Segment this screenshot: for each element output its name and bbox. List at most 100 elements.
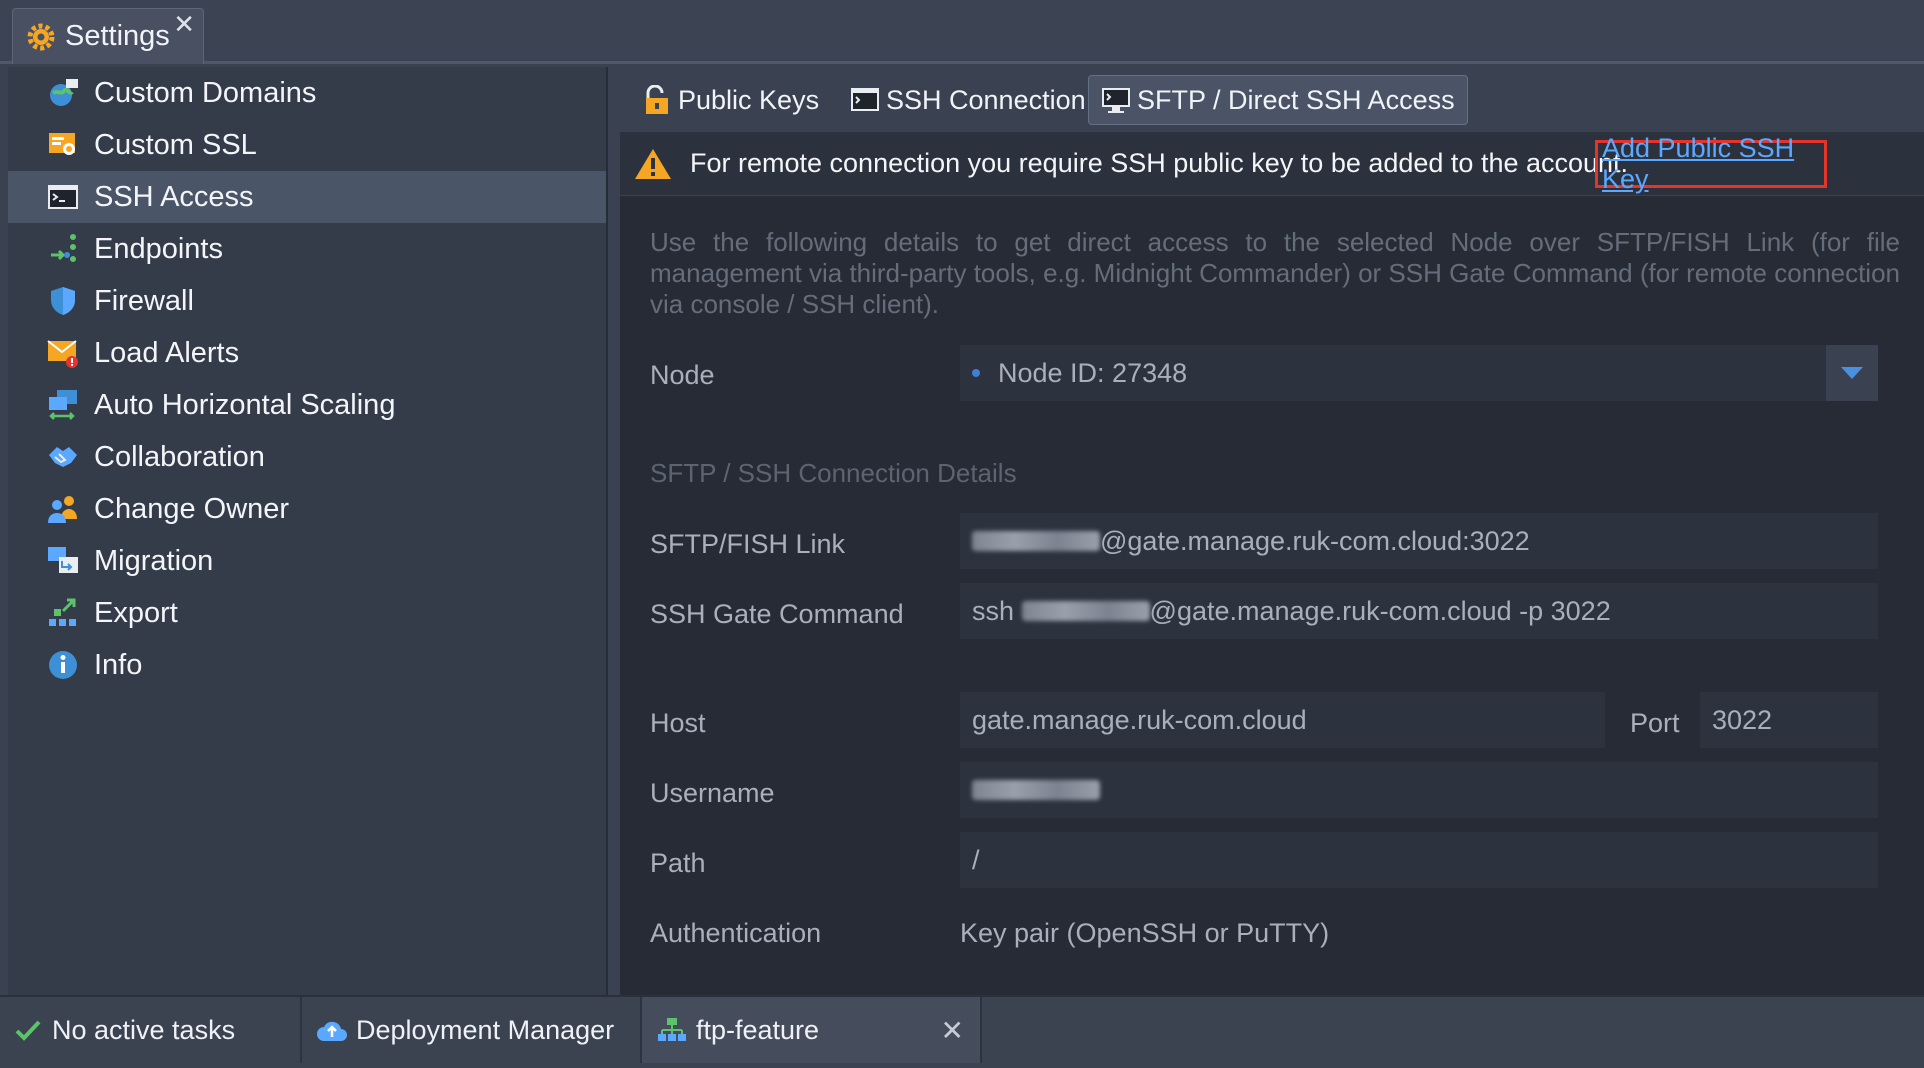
warning-text: For remote connection you require SSH pu… [690, 148, 1629, 178]
settings-window-tab[interactable]: Settings ✕ [12, 8, 204, 64]
tab-ssh-connection[interactable]: SSH Connection [838, 75, 1098, 125]
sidebar-item-label: Change Owner [94, 492, 290, 525]
sidebar-item-export[interactable]: Export [8, 587, 606, 639]
ssh-command-value: @gate.manage.ruk-com.cloud -p 3022 [1149, 595, 1611, 626]
path-value: / [972, 844, 980, 875]
sidebar-item-collaboration[interactable]: Collaboration [8, 431, 606, 483]
certificate-icon [46, 128, 80, 162]
sidebar-item-auto-horizontal-scaling[interactable]: Auto Horizontal Scaling [8, 379, 606, 431]
sidebar-item-label: Info [94, 648, 143, 681]
node-label: Node [650, 360, 715, 390]
tab-label: SSH Connection [886, 84, 1086, 115]
host-value: gate.manage.ruk-com.cloud [972, 704, 1307, 735]
username-label: Username [650, 778, 775, 808]
authentication-value: Key pair (OpenSSH or PuTTY) [960, 918, 1330, 948]
dropdown-toggle[interactable] [1826, 345, 1878, 401]
deployment-manager-label: Deployment Manager [356, 1014, 615, 1045]
redacted-user [1021, 601, 1150, 621]
redacted-username [972, 780, 1100, 800]
tab-label: Public Keys [678, 84, 820, 115]
add-key-link-text[interactable]: Add Public SSH Key [1602, 133, 1820, 195]
port-value: 3022 [1712, 704, 1773, 735]
node-select-value: Node ID: 27348 [998, 357, 1188, 388]
tasks-status[interactable]: No active tasks [0, 997, 302, 1063]
redacted-user [972, 531, 1100, 551]
host-label: Host [650, 708, 706, 738]
environment-topology-icon [656, 1014, 688, 1046]
sidebar-item-ssh-access[interactable]: SSH Access [8, 171, 606, 223]
globe-icon [46, 76, 80, 110]
access-description: Use the following details to get direct … [650, 227, 1900, 319]
username-field[interactable] [960, 762, 1878, 818]
ssh-gate-command-label: SSH Gate Command [650, 599, 904, 629]
host-field[interactable]: gate.manage.ruk-com.cloud [960, 692, 1605, 748]
sftp-fish-link-label: SFTP/FISH Link [650, 529, 846, 559]
node-status-dot [972, 369, 980, 377]
endpoints-icon [46, 232, 80, 266]
handshake-icon [46, 440, 80, 474]
sidebar-item-label: Endpoints [94, 232, 223, 265]
ssh-gate-command-field[interactable]: ssh @gate.manage.ruk-com.cloud -p 3022 [960, 583, 1878, 639]
close-icon[interactable]: ✕ [173, 11, 195, 37]
port-label: Port [1630, 708, 1680, 738]
authentication-label: Authentication [650, 918, 822, 948]
scaling-icon [46, 388, 80, 422]
mail-alert-icon [46, 336, 80, 370]
sidebar-item-label: Firewall [94, 284, 194, 317]
sidebar-item-load-alerts[interactable]: Load Alerts [8, 327, 606, 379]
sidebar-item-custom-ssl[interactable]: Custom SSL [8, 119, 606, 171]
tab-public-keys[interactable]: Public Keys [630, 75, 831, 125]
path-field[interactable]: / [960, 832, 1878, 888]
environment-tab-label: ftp-feature [696, 1014, 820, 1045]
sidebar-item-label: Collaboration [94, 440, 265, 473]
top-tab-strip: Settings ✕ [0, 0, 1924, 64]
migration-icon [46, 544, 80, 578]
tasks-status-text: No active tasks [52, 1014, 236, 1045]
users-icon [46, 492, 80, 526]
terminal-icon [851, 88, 879, 111]
warning-icon [635, 148, 671, 179]
environment-tab-ftp-feature[interactable]: ftp-feature ✕ [642, 997, 982, 1063]
padlock-icon [646, 85, 668, 114]
checkmark-icon [12, 1014, 44, 1046]
sidebar-item-change-owner[interactable]: Change Owner [8, 483, 606, 535]
sidebar-item-info[interactable]: Info [8, 639, 606, 691]
sftp-fish-link-field[interactable]: @gate.manage.ruk-com.cloud:3022 [960, 513, 1878, 569]
sidebar-item-label: Auto Horizontal Scaling [94, 388, 396, 421]
connection-details-section-title: SFTP / SSH Connection Details [650, 458, 1017, 488]
close-icon[interactable]: ✕ [941, 1014, 964, 1047]
export-icon [46, 596, 80, 630]
sidebar-item-label: Export [94, 596, 178, 629]
sidebar-item-firewall[interactable]: Firewall [8, 275, 606, 327]
settings-tab-title: Settings [65, 20, 170, 52]
sidebar-item-custom-domains[interactable]: Custom Domains [8, 67, 606, 119]
sidebar-item-label: Load Alerts [94, 336, 240, 369]
sidebar-item-label: SSH Access [94, 180, 254, 213]
warning-banner: For remote connection you require SSH pu… [620, 132, 1924, 196]
ssh-command-prefix: ssh [972, 595, 1015, 626]
add-public-ssh-key-link[interactable]: Add Public SSH Key [1595, 133, 1827, 194]
sidebar-item-label: Custom Domains [94, 76, 317, 109]
cloud-upload-icon [316, 1014, 348, 1046]
ssh-access-panel: Public Keys SSH Connection SFTP / Direct… [620, 67, 1924, 995]
sidebar-item-label: Custom SSL [94, 128, 257, 161]
settings-gear-icon [27, 23, 55, 50]
tab-bar: Public Keys SSH Connection SFTP / Direct… [620, 67, 1924, 132]
settings-sidebar: Custom Domains Custom SSL SSH Access End… [8, 67, 608, 995]
path-label: Path [650, 848, 706, 878]
node-select[interactable]: Node ID: 27348 [960, 345, 1878, 401]
shield-icon [46, 284, 80, 318]
bottom-task-bar: No active tasks Deployment Manager ftp-f… [0, 995, 1924, 1068]
monitor-terminal-icon [1102, 88, 1130, 113]
sidebar-item-endpoints[interactable]: Endpoints [8, 223, 606, 275]
terminal-icon [46, 180, 80, 214]
chevron-down-icon [1841, 367, 1863, 379]
sftp-link-value: @gate.manage.ruk-com.cloud:3022 [1100, 525, 1530, 556]
tab-sftp-direct-ssh-access[interactable]: SFTP / Direct SSH Access [1088, 75, 1468, 125]
sidebar-item-migration[interactable]: Migration [8, 535, 606, 587]
deployment-manager-button[interactable]: Deployment Manager [302, 997, 642, 1063]
info-icon [46, 648, 80, 682]
sidebar-item-label: Migration [94, 544, 214, 577]
port-field[interactable]: 3022 [1700, 692, 1878, 748]
tab-label: SFTP / Direct SSH Access [1137, 84, 1455, 115]
